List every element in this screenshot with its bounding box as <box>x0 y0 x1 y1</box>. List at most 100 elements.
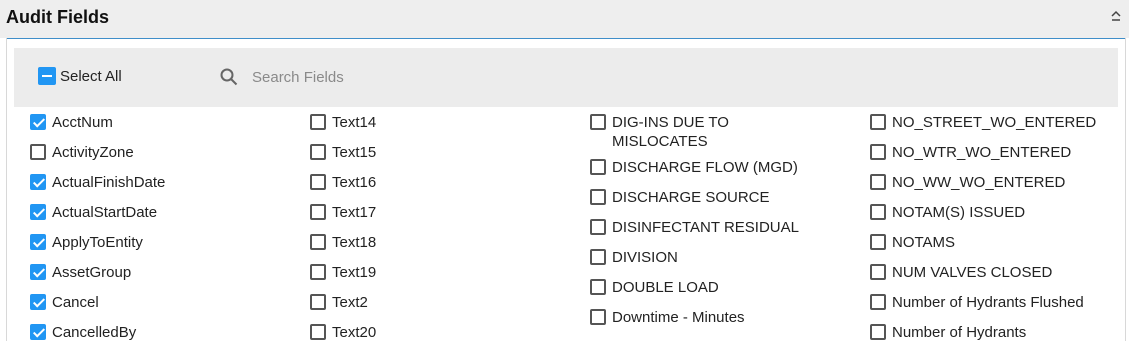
field-checkbox-item[interactable]: AssetGroup <box>30 263 132 282</box>
unchecked-checkbox[interactable] <box>870 174 886 190</box>
panel-border-right <box>1125 38 1126 341</box>
field-label: Text19 <box>332 264 377 281</box>
field-label: NO_STREET_WO_ENTERED <box>892 114 1097 131</box>
field-label: ApplyToEntity <box>52 234 143 251</box>
unchecked-checkbox[interactable] <box>590 249 606 265</box>
field-checkbox-item[interactable]: Text19 <box>310 263 377 282</box>
field-checkbox-item[interactable]: CancelledBy <box>30 323 137 342</box>
field-checkbox-item[interactable]: Text16 <box>310 173 376 192</box>
panel-border-left <box>6 38 7 341</box>
field-label: AcctNum <box>52 114 113 131</box>
header-divider <box>6 38 1126 39</box>
unchecked-checkbox[interactable] <box>310 324 326 340</box>
field-checkbox-item[interactable]: DISCHARGE SOURCE <box>590 188 770 207</box>
field-label: Text18 <box>332 234 377 251</box>
unchecked-checkbox[interactable] <box>310 144 326 160</box>
field-label: DISCHARGE FLOW (MGD) <box>612 159 798 176</box>
unchecked-checkbox[interactable] <box>870 294 886 310</box>
field-label: Text14 <box>332 114 377 131</box>
unchecked-checkbox[interactable] <box>870 204 886 220</box>
field-label: Cancel <box>52 294 99 311</box>
unchecked-checkbox[interactable] <box>870 144 886 160</box>
checked-checkbox[interactable] <box>30 204 46 220</box>
unchecked-checkbox[interactable] <box>590 159 606 175</box>
field-checkbox-item[interactable]: Text20 <box>310 323 377 342</box>
field-label: AssetGroup <box>52 264 132 281</box>
field-label: DIVISION <box>612 249 678 266</box>
field-label: DISINFECTANT RESIDUAL <box>612 219 799 236</box>
field-checkbox-item[interactable]: NO_WW_WO_ENTERED <box>870 173 1066 192</box>
field-checkbox-item[interactable]: Number of Hydrants Flushed <box>870 293 1084 312</box>
checked-checkbox[interactable] <box>30 324 46 340</box>
field-checkbox-item[interactable]: DIG-INS DUE TO MISLOCATES <box>590 113 729 151</box>
field-checkbox-item[interactable]: DISINFECTANT RESIDUAL <box>590 218 799 237</box>
panel-header[interactable]: Audit Fields <box>0 0 1129 38</box>
checked-checkbox[interactable] <box>30 114 46 130</box>
unchecked-checkbox[interactable] <box>590 219 606 235</box>
checked-checkbox[interactable] <box>30 294 46 310</box>
field-checkbox-item[interactable]: ActivityZone <box>30 143 134 162</box>
field-checkbox-item[interactable]: Text15 <box>310 143 377 162</box>
field-checkbox-item[interactable]: ApplyToEntity <box>30 233 143 252</box>
field-checkbox-item[interactable]: Number of Hydrants <box>870 323 1027 342</box>
field-label: ActualFinishDate <box>52 174 166 191</box>
checked-checkbox[interactable] <box>30 234 46 250</box>
field-label: DOUBLE LOAD <box>612 279 719 296</box>
unchecked-checkbox[interactable] <box>310 294 326 310</box>
field-checkbox-item[interactable]: AcctNum <box>30 113 113 132</box>
unchecked-checkbox[interactable] <box>310 204 326 220</box>
unchecked-checkbox[interactable] <box>310 264 326 280</box>
field-checkbox-item[interactable]: ActualFinishDate <box>30 173 166 192</box>
field-label: ActualStartDate <box>52 204 158 221</box>
field-checkbox-item[interactable]: Text18 <box>310 233 377 252</box>
unchecked-checkbox[interactable] <box>870 234 886 250</box>
field-label: Text15 <box>332 144 377 161</box>
select-all-checkbox[interactable] <box>38 67 56 85</box>
unchecked-checkbox[interactable] <box>870 324 886 340</box>
field-label: NOTAM(S) ISSUED <box>892 204 1026 221</box>
field-checkbox-item[interactable]: Cancel <box>30 293 99 312</box>
unchecked-checkbox[interactable] <box>590 279 606 295</box>
field-checkbox-item[interactable]: NUM VALVES CLOSED <box>870 263 1053 282</box>
field-checkbox-item[interactable]: NOTAMS <box>870 233 955 252</box>
unchecked-checkbox[interactable] <box>30 144 46 160</box>
search-fields-input[interactable] <box>248 66 556 88</box>
field-checkbox-item[interactable]: DOUBLE LOAD <box>590 278 719 297</box>
field-label: Text20 <box>332 324 377 341</box>
field-checkbox-item[interactable]: Text2 <box>310 293 368 312</box>
field-checkbox-item[interactable]: Text17 <box>310 203 377 222</box>
field-label: Text2 <box>332 294 368 311</box>
field-label: NUM VALVES CLOSED <box>892 264 1053 281</box>
field-checkbox-item[interactable]: NO_WTR_WO_ENTERED <box>870 143 1072 162</box>
panel-title: Audit Fields <box>6 7 109 27</box>
search-icon <box>220 68 238 86</box>
unchecked-checkbox[interactable] <box>310 234 326 250</box>
field-label: NO_WW_WO_ENTERED <box>892 174 1066 191</box>
field-label: Number of Hydrants <box>892 324 1027 341</box>
unchecked-checkbox[interactable] <box>590 309 606 325</box>
unchecked-checkbox[interactable] <box>590 189 606 205</box>
unchecked-checkbox[interactable] <box>870 264 886 280</box>
unchecked-checkbox[interactable] <box>590 114 606 130</box>
field-label: ActivityZone <box>52 144 134 161</box>
checked-checkbox[interactable] <box>30 174 46 190</box>
field-checkbox-item[interactable]: NOTAM(S) ISSUED <box>870 203 1026 222</box>
checked-checkbox[interactable] <box>30 264 46 280</box>
field-label: DISCHARGE SOURCE <box>612 189 770 206</box>
field-checkbox-item[interactable]: Downtime - Minutes <box>590 308 745 327</box>
field-label: CancelledBy <box>52 324 137 341</box>
field-checkbox-item[interactable]: Text14 <box>310 113 377 132</box>
field-label: Downtime - Minutes <box>612 309 745 326</box>
field-checkbox-item[interactable]: ActualStartDate <box>30 203 158 222</box>
field-checkbox-item[interactable]: NO_STREET_WO_ENTERED <box>870 113 1097 132</box>
field-label: Text17 <box>332 204 377 221</box>
field-checkbox-item[interactable]: DISCHARGE FLOW (MGD) <box>590 158 798 177</box>
collapse-icon[interactable] <box>1109 9 1123 23</box>
select-all-label[interactable]: Select All <box>60 68 122 85</box>
unchecked-checkbox[interactable] <box>310 114 326 130</box>
field-label: NO_WTR_WO_ENTERED <box>892 144 1072 161</box>
unchecked-checkbox[interactable] <box>870 114 886 130</box>
field-checkbox-item[interactable]: DIVISION <box>590 248 678 267</box>
unchecked-checkbox[interactable] <box>310 174 326 190</box>
fields-toolbar: Select All <box>14 48 1118 107</box>
